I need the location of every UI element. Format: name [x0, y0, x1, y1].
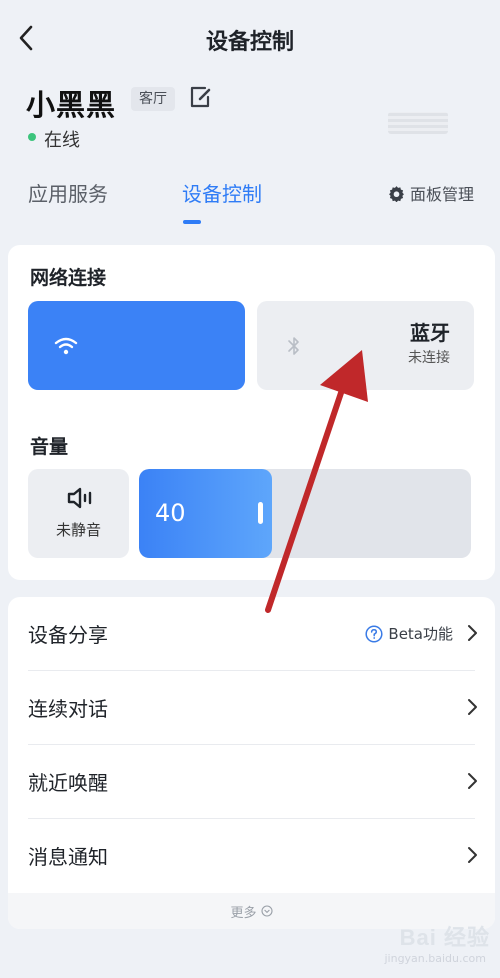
volume-value: 40 — [155, 499, 186, 527]
device-image — [388, 112, 448, 134]
list-item-label: 连续对话 — [28, 697, 108, 721]
room-badge[interactable]: 客厅 — [131, 87, 175, 111]
top-bar: 设备控制 — [0, 0, 500, 76]
device-name: 小黑黑 — [26, 88, 117, 122]
bluetooth-icon — [288, 337, 299, 355]
volume-section-title: 音量 — [30, 436, 69, 458]
help-circle-icon — [365, 624, 383, 643]
edit-button[interactable] — [188, 84, 214, 110]
network-section-title: 网络连接 — [30, 267, 107, 289]
watermark-logo: Bai 经验 — [399, 925, 490, 950]
active-tab-indicator — [183, 220, 201, 224]
tab-app-services[interactable]: 应用服务 — [28, 178, 108, 207]
tab-device-control[interactable]: 设备控制 — [182, 178, 262, 207]
panel-management-button[interactable]: 面板管理 — [388, 181, 474, 205]
tab-bar: 应用服务 设备控制 面板管理 — [0, 170, 500, 230]
more-label: 更多 — [230, 905, 257, 921]
chevron-right-icon — [468, 773, 477, 789]
chevron-down-circle-icon — [260, 905, 273, 917]
chevron-right-icon — [468, 699, 477, 715]
settings-list-card: 设备分享 Beta功能 连续对话 就近唤醒 消息通知 更多 — [8, 597, 495, 929]
page-title: 设备控制 — [205, 30, 294, 55]
list-item-label: 就近唤醒 — [28, 771, 108, 795]
bluetooth-status: 未连接 — [408, 350, 450, 366]
bluetooth-toggle[interactable]: 蓝牙 未连接 — [257, 301, 474, 390]
edit-icon — [190, 86, 211, 108]
beta-feature-tag[interactable]: Beta功能 — [365, 623, 453, 644]
list-item-continuous-dialog[interactable]: 连续对话 — [8, 671, 495, 745]
mute-toggle[interactable]: 未静音 — [28, 469, 129, 558]
mute-status-label: 未静音 — [55, 521, 101, 539]
online-status-text: 在线 — [44, 130, 80, 151]
bluetooth-title: 蓝牙 — [410, 321, 450, 345]
speaker-icon — [67, 487, 92, 509]
watermark-url: jingyan.baidu.com — [384, 952, 486, 965]
chevron-right-icon — [468, 847, 477, 863]
chevron-right-icon — [468, 625, 477, 641]
list-item-nearby-wake[interactable]: 就近唤醒 — [8, 745, 495, 819]
wifi-icon — [54, 337, 78, 355]
list-item-notifications[interactable]: 消息通知 — [8, 819, 495, 893]
volume-slider[interactable]: 40 — [139, 469, 471, 558]
online-status-dot — [28, 133, 36, 141]
list-item-device-share[interactable]: 设备分享 Beta功能 — [8, 597, 495, 671]
control-card: 网络连接 蓝牙 未连接 音量 未静音 40 — [8, 245, 495, 580]
gear-icon — [389, 185, 404, 202]
panel-management-label: 面板管理 — [410, 185, 475, 204]
beta-feature-label: Beta功能 — [388, 625, 453, 643]
volume-slider-handle[interactable] — [258, 502, 263, 524]
list-item-label: 消息通知 — [28, 845, 108, 869]
list-item-label: 设备分享 — [28, 623, 108, 647]
wifi-toggle[interactable] — [28, 301, 245, 390]
